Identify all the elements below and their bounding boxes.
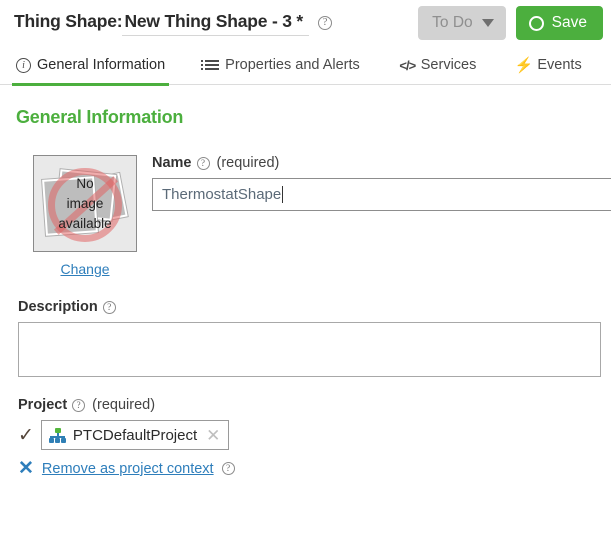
checkmark-icon: ✓ xyxy=(18,424,34,446)
close-icon[interactable]: ✕ xyxy=(206,427,220,444)
circle-icon xyxy=(528,15,544,31)
placeholder-line-1: No xyxy=(76,175,94,191)
entity-name-value: New Thing Shape - 3 * xyxy=(124,10,304,31)
entity-image-placeholder: No image available xyxy=(33,155,137,252)
main-content: General Information No image available C… xyxy=(0,107,611,478)
help-icon[interactable]: ? xyxy=(196,156,210,170)
name-input-value: ThermostatShape xyxy=(162,186,282,203)
project-block: Project ? (required) ✓ PTCDefaultProject… xyxy=(14,397,597,478)
description-field-label: Description ? xyxy=(18,299,597,315)
placeholder-line-2: image xyxy=(66,195,104,211)
tab-properties-and-alerts[interactable]: Properties and Alerts xyxy=(201,46,362,85)
tab-general-information[interactable]: i General Information xyxy=(11,46,170,86)
description-label-text: Description xyxy=(18,299,98,315)
code-icon: </> xyxy=(399,57,416,73)
tab-bar: i General Information Properties and Ale… xyxy=(0,46,611,86)
project-input-value: PTCDefaultProject xyxy=(72,426,198,444)
name-input[interactable]: ThermostatShape xyxy=(152,178,611,211)
tab-label: Properties and Alerts xyxy=(225,57,360,73)
description-input[interactable] xyxy=(18,322,601,377)
info-icon: i xyxy=(16,57,31,73)
title-prefix: Thing Shape: xyxy=(14,10,123,31)
help-icon[interactable]: ? xyxy=(72,398,86,412)
remove-project-context-row: ✕ Remove as project context ? xyxy=(18,459,597,478)
tab-services[interactable]: </> Services xyxy=(398,46,479,85)
placeholder-text: No image available xyxy=(34,156,136,251)
help-icon[interactable]: ? xyxy=(102,300,116,314)
to-do-button[interactable]: To Do xyxy=(418,6,506,40)
save-button[interactable]: Save xyxy=(515,6,603,40)
project-input[interactable]: PTCDefaultProject ✕ xyxy=(40,420,230,450)
name-label-text: Name xyxy=(152,155,192,171)
project-field-label: Project ? (required) xyxy=(18,397,597,413)
chevron-down-icon xyxy=(481,19,494,27)
remove-project-context-link[interactable]: Remove as project context xyxy=(42,461,214,477)
header-actions: To Do Save xyxy=(418,6,603,40)
to-do-label: To Do xyxy=(432,14,473,31)
placeholder-line-3: available xyxy=(58,215,112,231)
hierarchy-icon xyxy=(48,427,66,443)
page-header: Thing Shape: New Thing Shape - 3 * ? To … xyxy=(0,0,611,46)
page-title: Thing Shape: New Thing Shape - 3 * ? xyxy=(14,10,333,36)
help-icon[interactable]: ? xyxy=(318,15,333,30)
list-icon xyxy=(201,58,220,73)
name-field-label: Name ? (required) xyxy=(152,155,611,171)
name-and-image-row: No image available Change Name ? (requir… xyxy=(14,155,611,277)
project-label-text: Project xyxy=(18,397,68,413)
entity-name-field[interactable]: New Thing Shape - 3 * xyxy=(122,10,310,36)
tab-events[interactable]: ⚡ Events xyxy=(514,46,583,85)
project-selection-row: ✓ PTCDefaultProject ✕ xyxy=(18,420,597,450)
name-required-text: (required) xyxy=(216,155,280,171)
description-block: Description ? xyxy=(14,299,601,377)
tab-label: Services xyxy=(420,57,477,73)
entity-image-column: No image available Change xyxy=(14,155,137,277)
save-label: Save xyxy=(551,14,587,31)
tab-label: General Information xyxy=(37,57,166,73)
project-required-text: (required) xyxy=(92,397,156,413)
tab-label: Events xyxy=(537,57,582,73)
close-icon[interactable]: ✕ xyxy=(18,459,34,478)
name-field-column: Name ? (required) ThermostatShape xyxy=(137,155,611,277)
change-image-link[interactable]: Change xyxy=(33,261,137,277)
text-cursor xyxy=(282,186,284,203)
section-heading: General Information xyxy=(16,107,184,127)
lightning-bolt-icon: ⚡ xyxy=(514,57,534,74)
help-icon[interactable]: ? xyxy=(221,462,235,475)
